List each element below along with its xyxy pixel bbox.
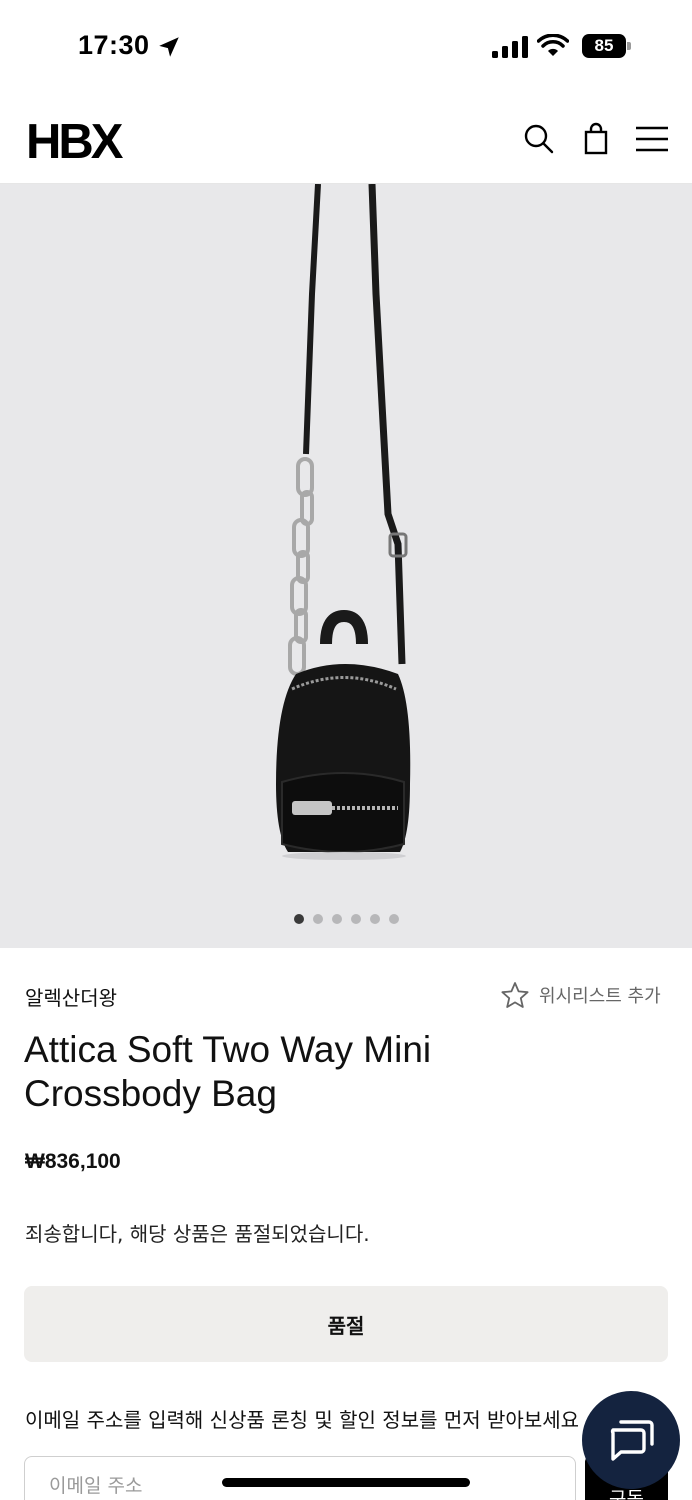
gallery-dot[interactable] <box>312 914 323 924</box>
gallery-dot[interactable] <box>331 914 342 924</box>
gallery-dot[interactable] <box>293 914 304 924</box>
hamburger-menu-icon[interactable] <box>634 122 670 156</box>
location-arrow-icon <box>159 37 179 57</box>
sold-out-message: 죄송합니다, 해당 상품은 품절되었습니다. <box>25 1222 370 1246</box>
hbx-logo[interactable]: HBX <box>26 114 123 170</box>
wishlist-label: 위시리스트 추가 <box>539 986 661 1007</box>
site-header: HBX <box>0 92 692 184</box>
product-price: ₩836,100 <box>25 1150 121 1173</box>
status-bar: 17:30 85 <box>0 0 692 92</box>
product-title: Attica Soft Two Way Mini Crossbody Bag <box>24 1029 432 1114</box>
gallery-dot[interactable] <box>388 914 399 924</box>
search-icon[interactable] <box>522 122 556 156</box>
shopping-bag-icon[interactable] <box>579 122 613 156</box>
newsletter-description: 이메일 주소를 입력해 신상품 론칭 및 할인 정보를 먼저 받아보세요 <box>25 1408 580 1432</box>
product-image-gallery[interactable] <box>0 184 692 948</box>
sold-out-button[interactable]: 품절 <box>24 1286 668 1362</box>
gallery-pagination <box>0 914 692 928</box>
product-brand[interactable]: 알렉산더왕 <box>25 982 117 1011</box>
cellular-signal-icon <box>492 36 528 58</box>
status-time: 17:30 <box>78 30 150 60</box>
chat-bubbles-icon <box>610 1420 654 1461</box>
star-icon <box>501 982 529 1008</box>
gallery-dot[interactable] <box>369 914 380 924</box>
gallery-dot[interactable] <box>350 914 361 924</box>
chat-button[interactable] <box>582 1391 680 1489</box>
home-indicator <box>222 1478 470 1487</box>
product-image <box>276 184 411 860</box>
battery-indicator: 85 <box>582 34 632 58</box>
battery-level: 85 <box>594 36 614 55</box>
wifi-icon <box>537 34 569 56</box>
add-to-wishlist-button[interactable]: 위시리스트 추가 <box>500 980 661 1010</box>
